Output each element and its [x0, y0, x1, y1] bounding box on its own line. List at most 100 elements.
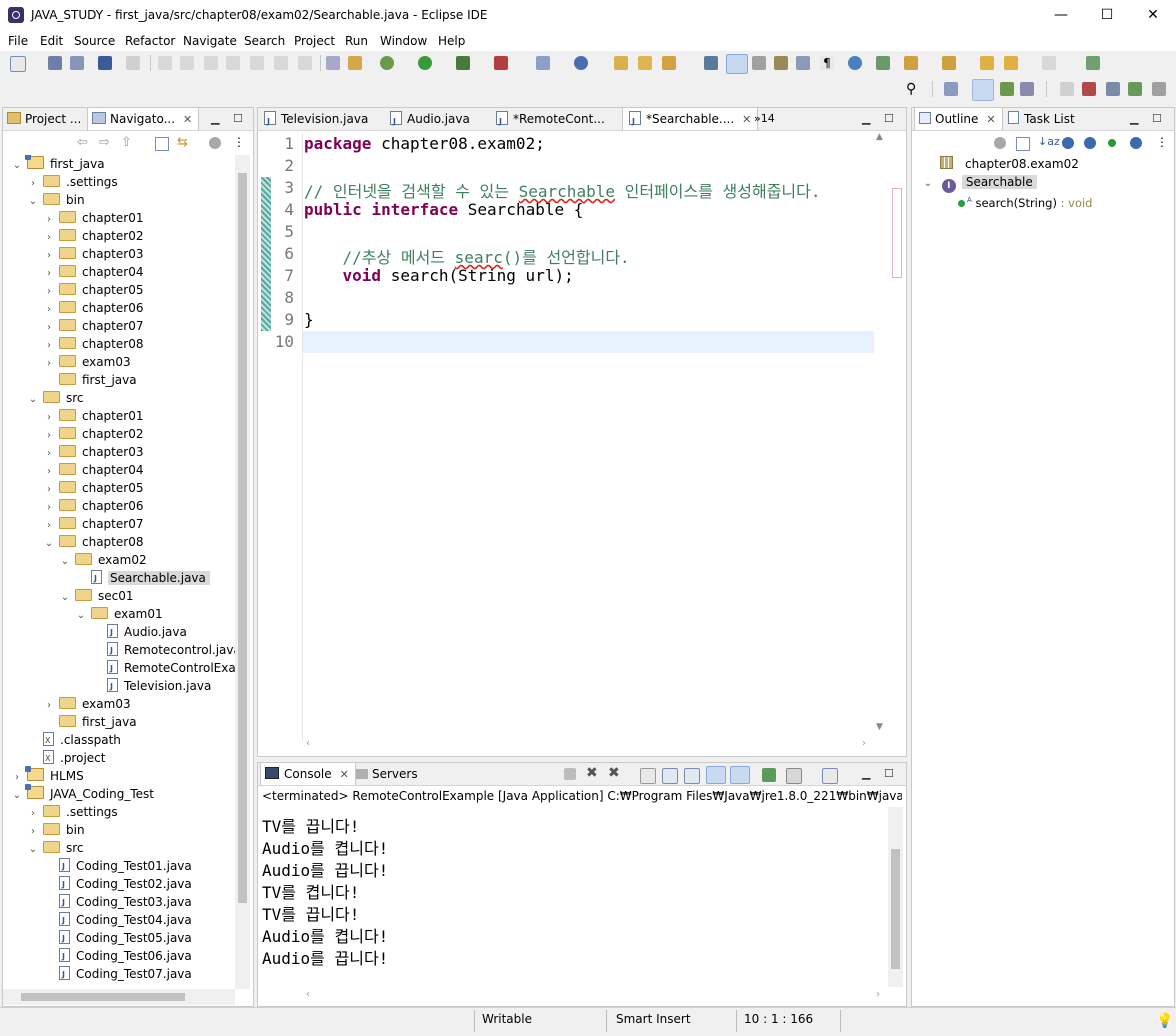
- chevron-down-icon[interactable]: ⌄: [59, 589, 71, 607]
- filter-icon[interactable]: [994, 137, 1006, 149]
- view-menu-icon[interactable]: ⋮: [233, 135, 245, 149]
- tab-searchable-java[interactable]: *Searchable.... ✕: [622, 108, 759, 133]
- tree-item[interactable]: ⌄ exam02: [59, 551, 147, 569]
- menu-project[interactable]: Project: [294, 34, 335, 48]
- outline-package[interactable]: chapter08.exam02: [940, 155, 1079, 173]
- javaee-perspective-icon[interactable]: [1020, 82, 1034, 96]
- resume-icon[interactable]: [158, 56, 172, 70]
- tree-item[interactable]: › exam03: [43, 695, 131, 713]
- tree-item[interactable]: › chapter05: [43, 281, 143, 299]
- tree-item[interactable]: Coding_Test03.java: [43, 893, 192, 912]
- disconnect-icon[interactable]: [226, 56, 240, 70]
- chevron-down-icon[interactable]: ⌄: [75, 607, 87, 625]
- tip-lightbulb-icon[interactable]: 💡: [1156, 1013, 1173, 1029]
- close-button[interactable]: ✕: [1130, 0, 1176, 31]
- breadcrumb-icon[interactable]: [796, 56, 810, 70]
- tree-item[interactable]: ⌄ chapter08: [43, 533, 143, 551]
- tab-audio-java[interactable]: Audio.java: [390, 108, 470, 133]
- drop-to-frame-icon[interactable]: [326, 56, 340, 70]
- show-on-stdout-icon[interactable]: [706, 766, 726, 784]
- word-wrap-icon[interactable]: [774, 56, 788, 70]
- menu-refactor[interactable]: Refactor: [125, 34, 175, 48]
- tree-item[interactable]: › chapter06: [43, 299, 143, 317]
- collapse-all-icon[interactable]: [155, 137, 169, 151]
- save-all-icon[interactable]: [70, 56, 84, 70]
- back-history-icon[interactable]: [980, 56, 994, 70]
- code-line[interactable]: void search(String url);: [304, 266, 574, 285]
- java-perspective-icon[interactable]: [972, 79, 994, 101]
- maximize-console-icon[interactable]: ☐: [884, 767, 894, 780]
- tab-console[interactable]: Console ✕: [260, 763, 356, 785]
- menu-edit[interactable]: Edit: [40, 34, 63, 48]
- tree-item[interactable]: › chapter07: [43, 515, 143, 533]
- scroll-lock-icon[interactable]: [662, 768, 678, 784]
- back-arrow-icon[interactable]: ⇦: [77, 135, 88, 150]
- menu-run[interactable]: Run: [345, 34, 368, 48]
- up-arrow-icon[interactable]: ⇧: [121, 135, 132, 150]
- tree-item[interactable]: › exam03: [43, 353, 131, 371]
- clear-console-icon[interactable]: [640, 768, 656, 784]
- hide-nonpublic-icon[interactable]: [1108, 139, 1116, 147]
- scroll-right-icon[interactable]: ›: [862, 738, 866, 749]
- restore-icon[interactable]: [1060, 82, 1074, 96]
- tree-item[interactable]: › chapter02: [43, 227, 143, 245]
- tree-item[interactable]: › HLMS: [11, 766, 84, 785]
- show-whitespace-icon[interactable]: ¶: [820, 56, 834, 70]
- chevron-down-icon[interactable]: ⌄: [59, 553, 71, 571]
- outline-menu-icon[interactable]: ⋮: [1156, 135, 1168, 149]
- chevron-down-icon[interactable]: ⌄: [43, 535, 55, 553]
- tab-servers[interactable]: Servers: [356, 763, 418, 785]
- collapse-outline-icon[interactable]: [1016, 137, 1030, 151]
- tree-item[interactable]: › chapter03: [43, 245, 143, 263]
- tree-item[interactable]: first_java: [43, 713, 137, 731]
- tree-item[interactable]: Television.java: [91, 677, 211, 696]
- menu-window[interactable]: Window: [380, 34, 427, 48]
- new-icon[interactable]: [10, 56, 26, 72]
- globe-icon[interactable]: [848, 56, 862, 70]
- tree-scroll-thumb[interactable]: [238, 173, 247, 903]
- tree-item[interactable]: Remotecontrol.java: [91, 641, 235, 660]
- code-line[interactable]: public interface Searchable {: [304, 200, 583, 219]
- save-icon[interactable]: [48, 56, 62, 70]
- tree-item[interactable]: ⌄ sec01: [59, 587, 134, 605]
- sort-icon[interactable]: ↓az: [1038, 135, 1060, 148]
- tree-item[interactable]: ⌄ first_java: [11, 155, 105, 173]
- forward-arrow-icon[interactable]: ⇨: [99, 135, 110, 150]
- pin-console-icon[interactable]: [762, 768, 776, 782]
- tree-item[interactable]: › chapter01: [43, 407, 143, 425]
- tab-task-list[interactable]: Task List: [1008, 108, 1075, 130]
- menu-source[interactable]: Source: [74, 34, 115, 48]
- tree-item[interactable]: Coding_Test07.java: [43, 965, 192, 984]
- maximize-view-icon[interactable]: ☐: [233, 112, 243, 125]
- terminate-icon[interactable]: [204, 56, 218, 70]
- tree-item[interactable]: .classpath: [27, 731, 121, 750]
- tree-item[interactable]: first_java: [43, 371, 137, 389]
- scroll-up-icon[interactable]: ▲: [876, 132, 883, 142]
- chevron-down-icon[interactable]: ⌄: [11, 157, 23, 175]
- scroll-left-icon[interactable]: ‹: [306, 738, 310, 749]
- search-icon[interactable]: ⚲: [906, 81, 916, 97]
- chevron-down-icon[interactable]: ⌄: [922, 175, 934, 193]
- menu-help[interactable]: Help: [438, 34, 465, 48]
- tree-item[interactable]: Audio.java: [91, 623, 187, 642]
- maximize-editor-icon[interactable]: ☐: [884, 112, 894, 125]
- step-into-icon[interactable]: [250, 56, 264, 70]
- annotation-icon[interactable]: [704, 56, 718, 70]
- package-icon[interactable]: [1152, 82, 1166, 96]
- tree-item[interactable]: › chapter06: [43, 497, 143, 515]
- tab-remotecontrol-java[interactable]: *RemoteCont...: [496, 108, 605, 133]
- filters-icon[interactable]: [209, 137, 221, 149]
- code-line[interactable]: package chapter08.exam02;: [304, 134, 545, 153]
- mark-occurrences-icon[interactable]: [726, 54, 748, 74]
- tree-item[interactable]: Coding_Test02.java: [43, 875, 192, 894]
- tree-item[interactable]: › chapter02: [43, 425, 143, 443]
- menu-search[interactable]: Search: [244, 34, 285, 48]
- layout-icon[interactable]: [1128, 82, 1142, 96]
- code-editor[interactable]: package chapter08.exam02; // 인터넷을 검색할 수 있…: [304, 134, 874, 734]
- next-annotation-icon[interactable]: [904, 56, 918, 70]
- forward-icon[interactable]: [1042, 56, 1056, 70]
- minimize-outline-icon[interactable]: ▁: [1130, 112, 1138, 125]
- back-icon[interactable]: [1004, 56, 1018, 70]
- open-type-icon[interactable]: [614, 56, 628, 70]
- last-edit-icon[interactable]: [876, 56, 890, 70]
